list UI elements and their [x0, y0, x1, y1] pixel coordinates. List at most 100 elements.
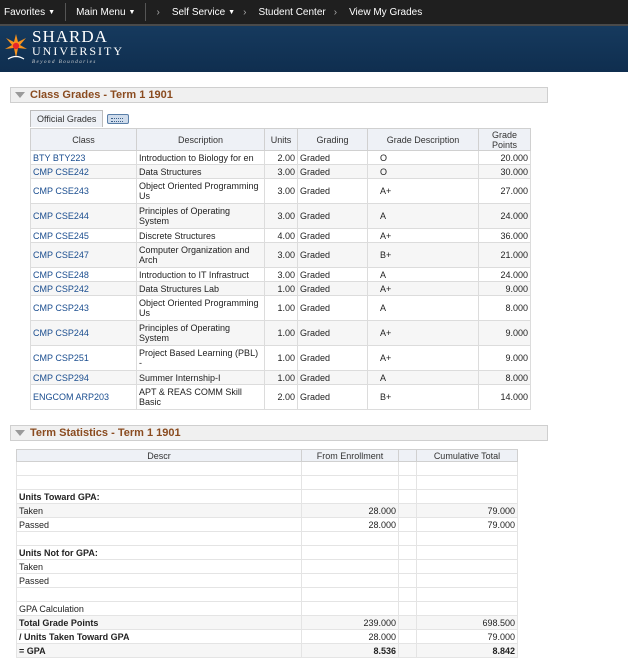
column-header-descr: Descr: [16, 449, 302, 462]
tab-official-grades[interactable]: Official Grades: [30, 110, 104, 127]
class-link[interactable]: CMP CSE242: [30, 164, 137, 179]
grade-points-cell: 24.000: [478, 203, 531, 229]
stats-row: GPA Calculation: [16, 601, 518, 616]
grading-cell: Graded: [297, 178, 368, 204]
spacer-cell: [398, 545, 417, 560]
class-link[interactable]: BTY BTY223: [30, 150, 137, 165]
grading-cell: Graded: [297, 228, 368, 243]
stats-label: / Units Taken Toward GPA: [16, 629, 302, 644]
stats-label: Passed: [16, 573, 302, 588]
cumulative-total-value: [416, 531, 518, 546]
class-grades-header[interactable]: Class Grades - Term 1 1901: [10, 87, 548, 103]
from-enrollment-value: 28.000: [301, 517, 399, 532]
units-cell: 3.00: [264, 178, 298, 204]
main-menu[interactable]: Main Menu ▼: [72, 0, 139, 24]
stats-row: Passed: [16, 573, 518, 588]
grading-cell: Graded: [297, 267, 368, 282]
class-link[interactable]: CMP CSP242: [30, 281, 137, 296]
stats-label: GPA Calculation: [16, 601, 302, 616]
grade-points-cell: 14.000: [478, 384, 531, 410]
class-link[interactable]: CMP CSP251: [30, 345, 137, 371]
grade-cell: A+: [367, 178, 479, 204]
spacer-cell: [398, 461, 417, 476]
cumulative-total-value: 79.000: [416, 629, 518, 644]
stats-row: Units Toward GPA:: [16, 489, 518, 504]
collapse-triangle-icon[interactable]: [15, 430, 25, 436]
table-row: CMP CSE248 Introduction to IT Infrastruct…: [30, 267, 531, 282]
grade-points-cell: 8.000: [478, 370, 531, 385]
term-statistics-title: Term Statistics - Term 1 1901: [30, 427, 181, 439]
table-row: CMP CSP251 Project Based Learning (PBL) -…: [30, 345, 531, 371]
units-cell: 1.00: [264, 320, 298, 346]
grade-points-cell: 8.000: [478, 295, 531, 321]
collapse-triangle-icon[interactable]: [15, 92, 25, 98]
grading-cell: Graded: [297, 150, 368, 165]
class-link[interactable]: CMP CSP244: [30, 320, 137, 346]
grades-tabs: Official Grades: [30, 110, 130, 127]
class-link[interactable]: CMP CSP294: [30, 370, 137, 385]
class-link[interactable]: CMP CSE248: [30, 267, 137, 282]
grade-cell: A+: [367, 320, 479, 346]
table-row: CMP CSP243 Object Oriented Programming Us…: [30, 295, 531, 321]
spacer-cell: [398, 587, 417, 602]
stats-row: [16, 475, 518, 490]
breadcrumb-self-service[interactable]: Self Service ▼: [168, 0, 239, 24]
university-logo[interactable]: SHARDA UNIVERSITY Beyond Boundaries: [4, 28, 124, 65]
grade-cell: O: [367, 150, 479, 165]
units-cell: 3.00: [264, 164, 298, 179]
table-row: BTY BTY223 Introduction to Biology for en…: [30, 150, 531, 165]
grade-points-cell: 24.000: [478, 267, 531, 282]
description-cell: Project Based Learning (PBL) -: [136, 345, 265, 371]
grade-points-cell: 30.000: [478, 164, 531, 179]
stats-label: Taken: [16, 503, 302, 518]
grade-cell: A: [367, 203, 479, 229]
column-header-cumulative-total: Cumulative Total: [416, 449, 518, 462]
grade-cell: A+: [367, 345, 479, 371]
show-all-columns-icon[interactable]: [107, 113, 130, 124]
top-nav-bar: Favorites ▼ Main Menu ▼ › Self Service ▼…: [0, 0, 628, 26]
stats-row: Taken: [16, 559, 518, 574]
column-header-from-enrollment: From Enrollment: [301, 449, 399, 462]
stats-label: Units Not for GPA:: [16, 545, 302, 560]
grade-cell: B+: [367, 242, 479, 268]
stats-row: [16, 461, 518, 476]
breadcrumb-student-center[interactable]: Student Center: [254, 0, 329, 24]
class-link[interactable]: CMP CSP243: [30, 295, 137, 321]
cumulative-total-value: [416, 545, 518, 560]
stats-label: [16, 587, 302, 602]
grading-cell: Graded: [297, 242, 368, 268]
cumulative-total-value: [416, 559, 518, 574]
from-enrollment-value: [301, 545, 399, 560]
favorites-menu[interactable]: Favorites ▼: [0, 0, 59, 24]
grade-points-cell: 36.000: [478, 228, 531, 243]
class-link[interactable]: CMP CSE247: [30, 242, 137, 268]
grade-cell: A: [367, 267, 479, 282]
class-grades-title: Class Grades - Term 1 1901: [30, 89, 173, 101]
class-link[interactable]: CMP CSE244: [30, 203, 137, 229]
spacer-cell: [398, 643, 417, 658]
units-cell: 1.00: [264, 345, 298, 371]
stats-row: [16, 531, 518, 546]
units-cell: 1.00: [264, 370, 298, 385]
chevron-down-icon: ▼: [128, 8, 136, 16]
breadcrumb-view-my-grades[interactable]: View My Grades: [345, 0, 426, 24]
cumulative-total-value: [416, 489, 518, 504]
description-cell: Object Oriented Programming Us: [136, 295, 265, 321]
term-statistics-header[interactable]: Term Statistics - Term 1 1901: [10, 425, 548, 441]
grading-cell: Graded: [297, 295, 368, 321]
units-cell: 3.00: [264, 267, 298, 282]
class-link[interactable]: ENGCOM ARP203: [30, 384, 137, 410]
spacer-cell: [398, 629, 417, 644]
description-cell: Principles of Operating System: [136, 203, 265, 229]
class-link[interactable]: CMP CSE243: [30, 178, 137, 204]
spacer-cell: [398, 559, 417, 574]
cumulative-total-value: 8.842: [416, 643, 518, 658]
spacer-cell: [398, 475, 417, 490]
stats-row: [16, 587, 518, 602]
description-cell: Data Structures Lab: [136, 281, 265, 296]
class-link[interactable]: CMP CSE245: [30, 228, 137, 243]
description-cell: Object Oriented Programming Us: [136, 178, 265, 204]
breadcrumb-label: Student Center: [258, 6, 326, 18]
stats-label: Passed: [16, 517, 302, 532]
brand-sub: UNIVERSITY: [32, 44, 124, 58]
